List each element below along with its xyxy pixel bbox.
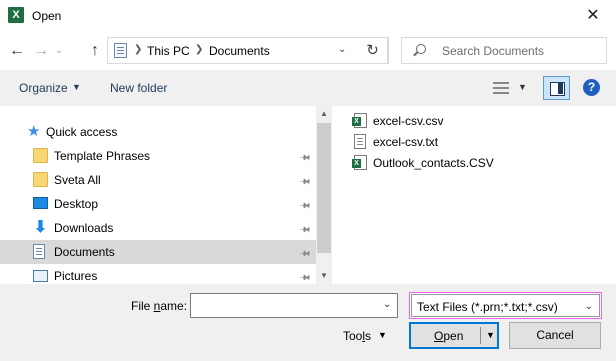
scrollbar-thumb[interactable]: [317, 123, 331, 253]
search-input[interactable]: Search Documents: [401, 37, 607, 64]
open-options-dropdown-icon[interactable]: ▼: [486, 330, 495, 340]
address-bar[interactable]: ❯ This PC ❯ Documents ⌄: [107, 37, 389, 64]
file-name-label: File name:: [131, 299, 188, 313]
pin-icon[interactable]: 🖈: [295, 269, 314, 284]
organize-button[interactable]: Organize: [19, 81, 68, 95]
chevron-down-icon[interactable]: ⌄: [383, 299, 391, 310]
breadcrumb-documents[interactable]: Documents: [209, 44, 270, 58]
pin-icon[interactable]: 🖈: [295, 221, 314, 240]
documents-location-icon: [114, 43, 127, 58]
file-name: excel-csv.txt: [373, 135, 439, 149]
sidebar-item-documents[interactable]: Documents 🖈: [0, 240, 316, 264]
cancel-button[interactable]: Cancel: [509, 322, 601, 349]
excel-csv-file-icon: [352, 155, 367, 170]
scroll-down-arrow-icon[interactable]: ▼: [316, 268, 332, 284]
sidebar-item-label: Pictures: [54, 269, 98, 283]
pictures-icon: [33, 270, 48, 282]
pin-icon[interactable]: 🖈: [295, 173, 314, 192]
close-button[interactable]: ✕: [570, 0, 616, 32]
sidebar-item-pictures[interactable]: Pictures 🖈: [0, 264, 316, 284]
sidebar-item-quick-access[interactable]: ★ Quick access: [0, 120, 316, 144]
command-bar: Organize ▼ New folder ▼ ?: [0, 70, 616, 106]
sidebar-item-label: Sveta All: [54, 173, 101, 187]
sidebar-item-label: Desktop: [54, 197, 99, 211]
preview-pane-button[interactable]: [543, 76, 570, 100]
sidebar-item-desktop[interactable]: Desktop 🖈: [0, 192, 316, 216]
excel-csv-file-icon: [352, 113, 367, 128]
tools-dropdown-icon[interactable]: ▼: [378, 330, 387, 340]
recent-locations-dropdown[interactable]: ⌄: [52, 40, 66, 62]
bottom-bar: File name: ⌄ Text Files (*.prn;*.txt;*.c…: [0, 284, 616, 361]
star-icon: ★: [27, 123, 41, 140]
pin-icon[interactable]: 🖈: [295, 149, 314, 168]
sidebar-item-label: Quick access: [46, 125, 118, 139]
title-bar: X Open ✕: [0, 0, 616, 32]
breadcrumb-separator-icon[interactable]: ❯: [134, 44, 142, 55]
file-name: Outlook_contacts.CSV: [373, 156, 494, 170]
search-placeholder: Search Documents: [442, 44, 545, 58]
documents-icon: [33, 244, 45, 259]
desktop-icon: [33, 197, 48, 209]
download-arrow-icon: ⬇: [33, 219, 48, 236]
new-folder-button[interactable]: New folder: [110, 81, 167, 95]
sidebar-item-sveta-all[interactable]: Sveta All 🖈: [0, 168, 316, 192]
file-type-selected: Text Files (*.prn;*.txt;*.csv): [417, 300, 558, 314]
sidebar-item-template-phrases[interactable]: Template Phrases 🖈: [0, 144, 316, 168]
open-button[interactable]: Open ▼: [409, 322, 499, 349]
split-divider: [480, 327, 481, 344]
excel-app-icon: X: [8, 7, 24, 23]
open-button-label: Open: [434, 329, 464, 343]
sidebar-item-label: Downloads: [54, 221, 114, 235]
breadcrumb-this-pc[interactable]: This PC: [147, 44, 190, 58]
tools-menu[interactable]: Tools: [343, 329, 371, 343]
folder-icon: [33, 172, 48, 187]
file-name: excel-csv.csv: [373, 114, 444, 128]
help-icon[interactable]: ?: [583, 79, 600, 96]
breadcrumb-separator-icon[interactable]: ❯: [195, 44, 203, 55]
file-type-filter[interactable]: Text Files (*.prn;*.txt;*.csv) ⌄: [409, 292, 602, 319]
change-view-icon[interactable]: [493, 81, 509, 95]
chevron-down-icon[interactable]: ⌄: [585, 301, 593, 312]
refresh-button[interactable]: ↻: [358, 37, 388, 64]
up-button[interactable]: ↑: [84, 40, 106, 62]
scroll-up-arrow-icon[interactable]: ▲: [316, 106, 332, 122]
pin-icon[interactable]: 🖈: [295, 197, 314, 216]
folder-icon: [33, 148, 48, 163]
file-list: excel-csv.csv excel-csv.txt Outlook_cont…: [332, 106, 616, 284]
search-icon: [416, 44, 426, 54]
address-dropdown-icon[interactable]: ⌄: [338, 44, 346, 55]
text-file-icon: [354, 134, 366, 149]
pin-icon[interactable]: 🖈: [295, 245, 314, 264]
navigation-pane-scrollbar[interactable]: ▲ ▼: [316, 106, 332, 284]
sidebar-item-downloads[interactable]: ⬇ Downloads 🖈: [0, 216, 316, 240]
navigation-pane: ★ Quick access Template Phrases 🖈 Sveta …: [0, 106, 316, 284]
back-button[interactable]: ←: [6, 40, 28, 62]
forward-button[interactable]: →: [30, 40, 52, 62]
sidebar-item-label: Template Phrases: [54, 149, 151, 163]
sidebar-item-label: Documents: [54, 245, 115, 259]
organize-dropdown-icon[interactable]: ▼: [72, 82, 81, 92]
navigation-bar: ← → ⌄ ↑ ❯ This PC ❯ Documents ⌄ ↻ Search…: [0, 32, 616, 70]
file-name-field[interactable]: ⌄: [190, 293, 398, 318]
view-options-dropdown-icon[interactable]: ▼: [518, 82, 527, 92]
window-title: Open: [32, 9, 62, 23]
